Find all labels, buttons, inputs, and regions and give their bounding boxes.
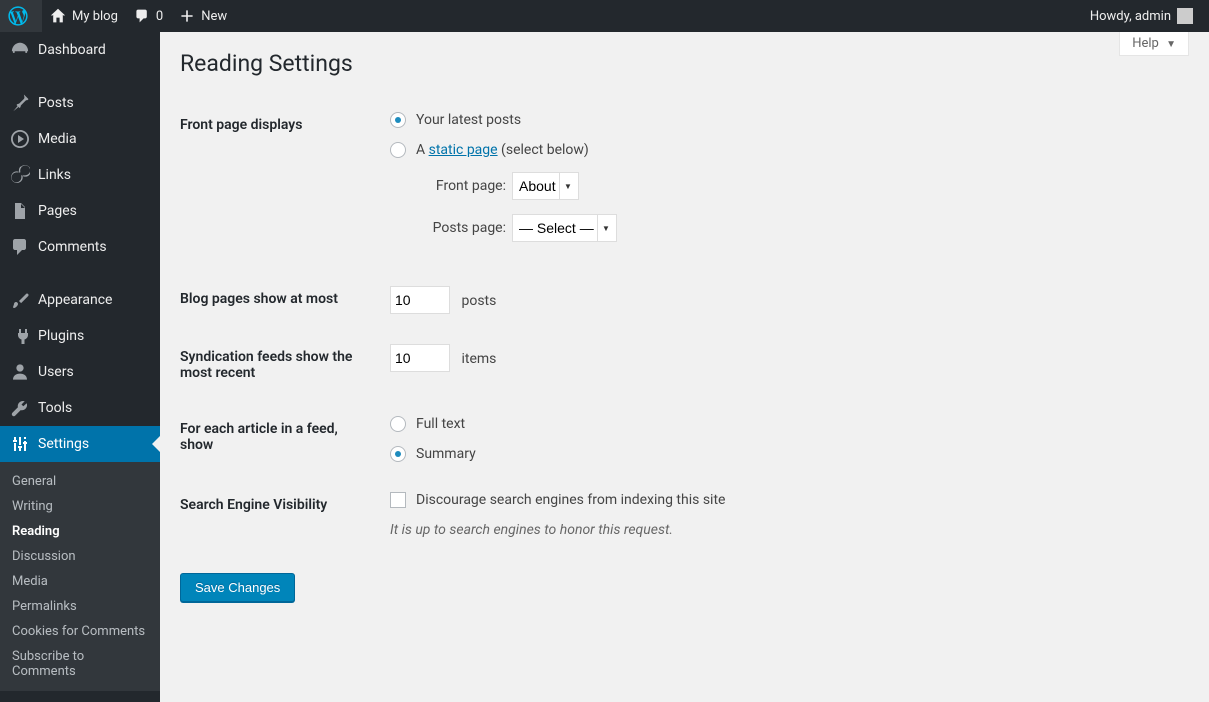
home-icon — [50, 8, 66, 24]
radio-summary-label[interactable]: Summary — [416, 446, 476, 462]
howdy-text: Howdy, admin — [1090, 9, 1171, 24]
plug-icon — [10, 326, 30, 346]
submenu-item-subscribe-to-comments[interactable]: Subscribe to Comments — [0, 644, 160, 684]
submenu-item-media[interactable]: Media — [0, 569, 160, 594]
comment-icon — [134, 8, 150, 24]
media-icon — [10, 129, 30, 149]
radio-latest-posts-label[interactable]: Your latest posts — [416, 112, 521, 128]
radio-latest-posts[interactable] — [390, 112, 406, 128]
sidebar-item-posts[interactable]: Posts — [0, 85, 160, 121]
checkbox-discourage-label[interactable]: Discourage search engines from indexing … — [416, 492, 725, 508]
sidebar-item-media[interactable]: Media — [0, 121, 160, 157]
save-changes-button[interactable]: Save Changes — [180, 573, 295, 602]
front-page-select-label: Front page: — [416, 178, 506, 194]
plus-icon — [179, 8, 195, 24]
sidebar-item-appearance[interactable]: Appearance — [0, 282, 160, 318]
sidebar-item-label: Plugins — [38, 328, 84, 344]
row-label-blog-pages: Blog pages show at most — [180, 271, 380, 329]
syndication-feeds-suffix: items — [461, 351, 496, 367]
radio-summary[interactable] — [390, 446, 406, 462]
row-label-search-engine-visibility: Search Engine Visibility — [180, 477, 380, 553]
blog-pages-suffix: posts — [461, 293, 496, 309]
menu-separator — [0, 271, 160, 276]
sidebar-item-label: Pages — [38, 203, 77, 219]
page-icon — [10, 201, 30, 221]
admin-sidebar: Dashboard Posts Media Links Pages Commen… — [0, 32, 160, 702]
dashboard-icon — [10, 40, 30, 60]
sidebar-item-label: Media — [38, 131, 77, 147]
comment-icon — [10, 237, 30, 257]
static-page-link[interactable]: static page — [429, 142, 498, 158]
sidebar-item-settings[interactable]: Settings — [0, 426, 160, 462]
settings-form: Front page displays Your latest posts A … — [180, 97, 1189, 553]
sidebar-item-tools[interactable]: Tools — [0, 390, 160, 426]
wp-logo[interactable] — [0, 0, 42, 32]
new-content-link[interactable]: New — [171, 0, 235, 32]
submenu-item-reading[interactable]: Reading — [0, 519, 160, 544]
submenu-item-cookies-for-comments[interactable]: Cookies for Comments — [0, 619, 160, 644]
search-engine-note: It is up to search engines to honor this… — [390, 522, 1179, 538]
front-page-select[interactable]: About — [512, 172, 579, 200]
sidebar-item-dashboard[interactable]: Dashboard — [0, 32, 160, 68]
comments-count: 0 — [156, 9, 163, 24]
checkbox-discourage-search-engines[interactable] — [390, 492, 406, 508]
wrench-icon — [10, 398, 30, 418]
caret-down-icon: ▼ — [1166, 39, 1176, 50]
posts-page-select[interactable]: — Select — — [512, 214, 617, 242]
sidebar-item-comments[interactable]: Comments — [0, 229, 160, 265]
user-icon — [10, 362, 30, 382]
sidebar-item-label: Posts — [38, 95, 74, 111]
content-area: Reading Settings Front page displays You… — [160, 0, 1209, 622]
pin-icon — [10, 93, 30, 113]
submenu-item-writing[interactable]: Writing — [0, 494, 160, 519]
wordpress-icon — [8, 6, 28, 26]
help-tab[interactable]: Help ▼ — [1119, 32, 1189, 56]
brush-icon — [10, 290, 30, 310]
site-name: My blog — [72, 9, 118, 24]
sidebar-item-label: Comments — [38, 239, 107, 255]
row-label-front-page-displays: Front page displays — [180, 97, 380, 271]
sidebar-item-plugins[interactable]: Plugins — [0, 318, 160, 354]
sidebar-item-label: Appearance — [38, 292, 112, 308]
avatar — [1177, 8, 1193, 24]
page-title: Reading Settings — [180, 50, 1189, 77]
sidebar-item-label: Links — [38, 167, 71, 183]
sidebar-item-label: Settings — [38, 436, 89, 452]
radio-full-text-label[interactable]: Full text — [416, 416, 465, 432]
posts-page-select-label: Posts page: — [416, 220, 506, 236]
blog-pages-input[interactable] — [390, 286, 450, 314]
my-account-link[interactable]: Howdy, admin — [1082, 0, 1201, 32]
sidebar-item-label: Dashboard — [38, 42, 106, 58]
menu-separator — [0, 74, 160, 79]
radio-static-page[interactable] — [390, 142, 406, 158]
admin-toolbar: My blog 0 New Howdy, admin — [0, 0, 1209, 32]
site-name-link[interactable]: My blog — [42, 0, 126, 32]
sidebar-item-pages[interactable]: Pages — [0, 193, 160, 229]
submenu-item-permalinks[interactable]: Permalinks — [0, 594, 160, 619]
sliders-icon — [10, 434, 30, 454]
radio-full-text[interactable] — [390, 416, 406, 432]
settings-submenu: General Writing Reading Discussion Media… — [0, 462, 160, 691]
link-icon — [10, 165, 30, 185]
submenu-item-discussion[interactable]: Discussion — [0, 544, 160, 569]
sidebar-item-label: Tools — [38, 400, 72, 416]
row-label-article-feed: For each article in a feed, show — [180, 401, 380, 477]
sidebar-item-links[interactable]: Links — [0, 157, 160, 193]
syndication-feeds-input[interactable] — [390, 344, 450, 372]
new-label: New — [201, 9, 227, 24]
submenu-item-general[interactable]: General — [0, 469, 160, 494]
radio-static-page-label[interactable]: A static page (select below) — [416, 142, 589, 158]
sidebar-item-users[interactable]: Users — [0, 354, 160, 390]
help-label: Help — [1132, 36, 1159, 51]
row-label-syndication-feeds: Syndication feeds show the most recent — [180, 329, 380, 401]
sidebar-item-label: Users — [38, 364, 74, 380]
comments-link[interactable]: 0 — [126, 0, 171, 32]
